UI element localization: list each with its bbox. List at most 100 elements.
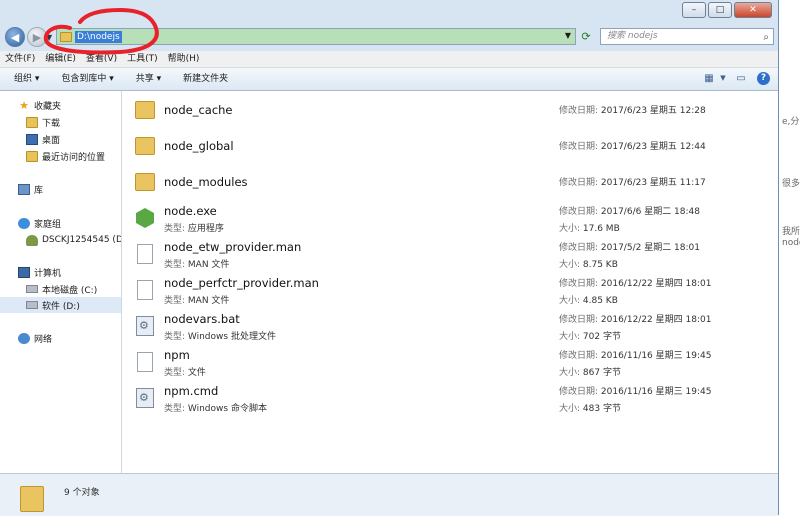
chevron-down-icon[interactable]: ▼ <box>719 71 727 86</box>
computer-icon <box>18 266 30 278</box>
nav-libraries[interactable]: 库 <box>18 181 43 197</box>
type-value: 文件 <box>187 368 206 378</box>
menu-file[interactable]: 文件(F) <box>0 51 40 67</box>
size-label: 大小: <box>559 332 583 342</box>
nav-downloads[interactable]: 下载 <box>26 114 60 130</box>
file-row-npm[interactable]: npm 类型: 文件 修改日期: 2016/11/16 星期三 19:45 大小… <box>122 343 778 379</box>
recent-pages-dropdown[interactable]: ▼ <box>46 33 52 42</box>
folder-icon <box>135 137 155 155</box>
nav-user[interactable]: DSCKJ1254545 (DS <box>26 232 122 248</box>
nav-label: DSCKJ1254545 (DS <box>42 235 122 245</box>
forward-button[interactable]: ▶ <box>27 27 47 47</box>
maximize-button[interactable]: □ <box>708 2 732 18</box>
document-icon <box>137 352 153 372</box>
modified-label: 修改日期: <box>559 279 601 289</box>
nav-label: 本地磁盘 (C:) <box>42 285 98 296</box>
file-modified: 修改日期: 2017/6/6 星期二 18:48 <box>559 204 700 217</box>
file-size: 大小: 483 字节 <box>559 401 621 414</box>
menu-help[interactable]: 帮助(H) <box>163 51 205 67</box>
file-modified: 修改日期: 2016/11/16 星期三 19:45 <box>559 348 711 361</box>
file-list: node_cache 修改日期: 2017/6/23 星期五 12:28 nod… <box>122 91 778 473</box>
file-row-node-perfctr-provider[interactable]: node_perfctr_provider.man 类型: MAN 文件 修改日… <box>122 271 778 307</box>
nav-label: 库 <box>34 185 44 196</box>
file-modified: 修改日期: 2016/12/22 星期四 18:01 <box>559 276 711 289</box>
size-value: 867 字节 <box>582 368 621 378</box>
file-row-node-global[interactable]: node_global 修改日期: 2017/6/23 星期五 12:44 <box>122 127 778 163</box>
file-row-node-modules[interactable]: node_modules 修改日期: 2017/6/23 星期五 11:17 <box>122 163 778 199</box>
file-modified: 修改日期: 2017/6/23 星期五 12:44 <box>559 139 706 152</box>
file-name: nodevars.bat <box>164 312 240 326</box>
nav-drive-d[interactable]: 软件 (D:) <box>0 297 121 313</box>
file-modified: 修改日期: 2017/5/2 星期二 18:01 <box>559 240 700 253</box>
modified-label: 修改日期: <box>559 142 601 152</box>
file-row-npm-cmd[interactable]: npm.cmd 类型: Windows 命令脚本 修改日期: 2016/11/1… <box>122 379 778 415</box>
nav-homegroup[interactable]: 家庭组 <box>18 215 61 231</box>
search-input[interactable]: 搜索 nodejs ⌕ <box>600 28 774 45</box>
address-path[interactable]: D:\nodejs <box>75 30 122 43</box>
preview-pane-icon[interactable]: ▭ <box>733 71 749 86</box>
view-options-icon[interactable]: ▦ <box>701 71 717 86</box>
file-size: 大小: 702 字节 <box>559 329 621 342</box>
address-bar[interactable]: D:\nodejs ▼ <box>56 28 576 45</box>
modified-label: 修改日期: <box>559 243 601 253</box>
recent-places-icon <box>26 150 38 162</box>
nav-label: 家庭组 <box>34 219 62 230</box>
background-page-edge: e,分号 很多的 我所 node <box>779 0 800 515</box>
folder-icon <box>135 173 155 191</box>
file-size: 大小: 867 字节 <box>559 365 621 378</box>
command-bar: 组织 ▾ 包含到库中 ▾ 共享 ▾ 新建文件夹 ▦ ▼ ▭ ? <box>0 68 778 91</box>
user-icon <box>26 234 38 246</box>
file-type: 类型: Windows 命令脚本 <box>164 401 267 414</box>
star-icon: ★ <box>19 98 29 112</box>
nav-network[interactable]: 网络 <box>18 330 52 346</box>
file-type: 类型: MAN 文件 <box>164 293 229 306</box>
organize-button[interactable]: 组织 ▾ <box>6 70 47 88</box>
file-modified: 修改日期: 2017/6/23 星期五 11:17 <box>559 175 706 188</box>
file-row-node-exe[interactable]: node.exe 类型: 应用程序 修改日期: 2017/6/6 星期二 18:… <box>122 199 778 235</box>
close-button[interactable]: ✕ <box>734 2 772 18</box>
background-text: 很多的 <box>782 179 800 189</box>
desktop-icon <box>26 133 38 145</box>
menu-tools[interactable]: 工具(T) <box>122 51 163 67</box>
menu-bar: 文件(F) 编辑(E) 查看(V) 工具(T) 帮助(H) <box>0 51 778 68</box>
drive-icon <box>26 301 38 309</box>
file-row-nodevars-bat[interactable]: nodevars.bat 类型: Windows 批处理文件 修改日期: 201… <box>122 307 778 343</box>
help-icon[interactable]: ? <box>757 72 770 85</box>
file-row-node-cache[interactable]: node_cache 修改日期: 2017/6/23 星期五 12:28 <box>122 91 778 127</box>
file-name: node_cache <box>164 103 233 117</box>
include-in-library-button[interactable]: 包含到库中 ▾ <box>53 70 121 88</box>
modified-label: 修改日期: <box>559 315 601 325</box>
navigation-row: ◀ ▶ ▼ D:\nodejs ▼ ⟳ 搜索 nodejs ⌕ <box>0 24 778 50</box>
nav-computer[interactable]: 计算机 <box>18 264 61 280</box>
document-icon <box>137 280 153 300</box>
nav-recent[interactable]: 最近访问的位置 <box>26 148 105 164</box>
title-bar: – □ ✕ <box>0 0 778 24</box>
menu-view[interactable]: 查看(V) <box>81 51 122 67</box>
chevron-down-icon[interactable]: ▼ <box>565 31 571 40</box>
modified-value: 2016/12/22 星期四 18:01 <box>600 315 712 325</box>
command-script-icon <box>136 388 154 408</box>
modified-label: 修改日期: <box>559 351 601 361</box>
nav-desktop[interactable]: 桌面 <box>26 131 60 147</box>
menu-edit[interactable]: 编辑(E) <box>40 51 81 67</box>
size-label: 大小: <box>559 368 583 378</box>
modified-value: 2017/5/2 星期二 18:01 <box>600 243 700 253</box>
share-button[interactable]: 共享 ▾ <box>128 70 169 88</box>
file-row-node-etw-provider[interactable]: node_etw_provider.man 类型: MAN 文件 修改日期: 2… <box>122 235 778 271</box>
refresh-button[interactable]: ⟳ <box>578 30 594 44</box>
new-folder-button[interactable]: 新建文件夹 <box>175 70 236 88</box>
file-type: 类型: Windows 批处理文件 <box>164 329 276 342</box>
minimize-button[interactable]: – <box>682 2 706 18</box>
modified-value: 2017/6/23 星期五 12:28 <box>600 106 706 116</box>
nav-favorites[interactable]: ★ 收藏夹 <box>18 97 61 113</box>
nav-label: 软件 (D:) <box>42 301 80 312</box>
file-type: 类型: MAN 文件 <box>164 257 229 270</box>
search-icon[interactable]: ⌕ <box>763 30 769 45</box>
back-button[interactable]: ◀ <box>5 27 25 47</box>
nav-drive-c[interactable]: 本地磁盘 (C:) <box>26 281 97 297</box>
type-value: MAN 文件 <box>187 296 230 306</box>
modified-label: 修改日期: <box>559 178 601 188</box>
background-text: 我所 <box>782 227 800 237</box>
nav-label: 网络 <box>34 334 53 345</box>
navigation-pane: ★ 收藏夹 下载 桌面 最近访问的位置 库 家庭组 DSCKJ1254545 (D… <box>0 91 122 473</box>
